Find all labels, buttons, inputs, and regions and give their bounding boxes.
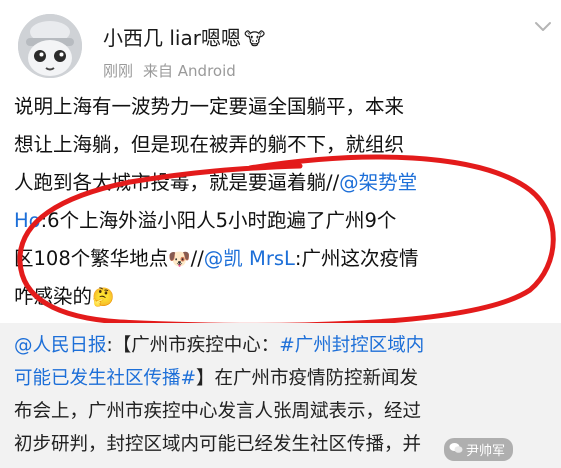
username[interactable]: 小西几 liar嗯嗯 🐮 (103, 22, 265, 51)
post-line: 想让上海躺，但是现在被弄的躺不下，就组织 (14, 133, 405, 156)
thinking-emoji: 🤔 (92, 287, 115, 308)
avatar-icon (18, 14, 82, 78)
post-line: 说明上海有一波势力一定要逼全国躺平，本来 (14, 95, 405, 118)
username-emoji: 🐮 (243, 29, 266, 50)
wechat-icon (449, 443, 463, 453)
hashtag-link[interactable]: #广州封控区域内 (279, 335, 424, 356)
username-text: 小西几 liar嗯嗯 (103, 26, 241, 50)
post-time: 刚刚 (103, 62, 134, 80)
mention-link[interactable]: Ho (14, 209, 41, 232)
dog-emoji: 🐶 (168, 249, 191, 270)
post-line: 区108个繁华地点🐶//@凯 MrsL:广州这次疫情 (14, 247, 419, 270)
hashtag-link[interactable]: 可能已发生社区传播# (14, 368, 196, 389)
post-text: 说明上海有一波势力一定要逼全国躺平，本来 想让上海躺，但是现在被弄的躺不下，就组… (14, 88, 554, 316)
watermark: 尹帅军 (444, 438, 514, 461)
post-meta: 刚刚 来自 Android (103, 60, 236, 81)
post-line: Ho:6个上海外溢小阳人5小时跑遍了广州9个 (14, 209, 397, 232)
mention-link[interactable]: @凯 MrsL (204, 247, 295, 270)
repost-line: 布会上，广州市疾控中心发言人张周斌表示，经过 (14, 401, 422, 422)
post-source: 来自 Android (143, 62, 236, 80)
avatar[interactable] (18, 14, 82, 78)
watermark-text: 尹帅军 (466, 444, 506, 459)
post-header: 小西几 liar嗯嗯 🐮 刚刚 来自 Android (0, 0, 561, 88)
post-line: 咋感染的🤔 (14, 285, 115, 308)
repost-line: @人民日报:【广州市疾控中心：#广州封控区域内 (14, 335, 425, 356)
repost-author-link[interactable]: @人民日报 (14, 335, 107, 356)
mention-link[interactable]: @架势堂 (339, 171, 417, 194)
post-line: 人跑到各大城市投毒，就是要逼着躺//@架势堂 (14, 171, 418, 194)
chevron-down-icon[interactable] (534, 20, 552, 34)
repost-line: 可能已发生社区传播#】在广州市疫情防控新闻发 (14, 368, 419, 389)
